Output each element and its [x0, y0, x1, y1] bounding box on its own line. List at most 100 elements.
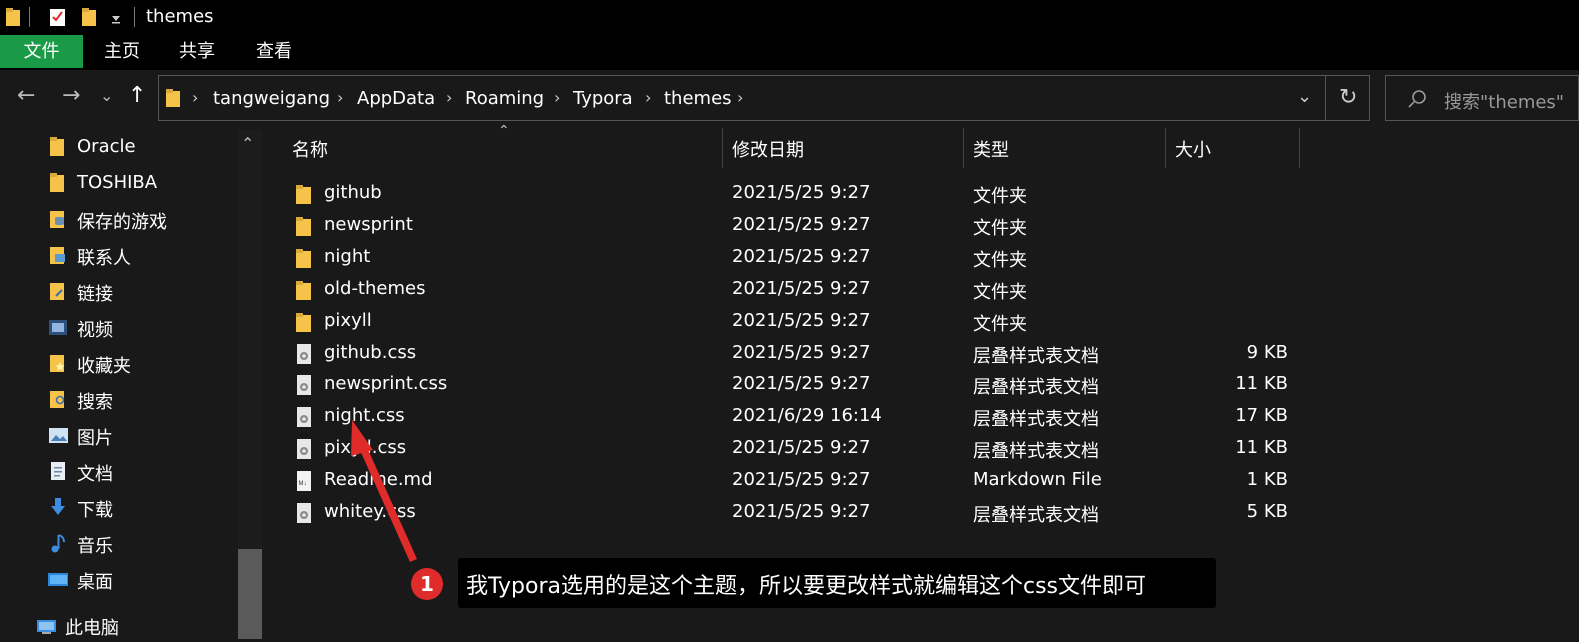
file-name: night [324, 245, 371, 267]
file-name: pixyll [324, 309, 372, 331]
breadcrumb-tangweigang[interactable]: tangweigang [213, 88, 330, 109]
sort-ascending-icon: ⌃ [498, 123, 510, 139]
folder-icon [296, 216, 311, 236]
sidebar-item-label: 联系人 [77, 248, 131, 269]
search-placeholder: 搜索"themes" [1444, 92, 1565, 113]
annotation-callout: 我Typora选用的是这个主题，所以要更改样式就编辑这个css文件即可 [458, 558, 1216, 608]
recent-locations-button[interactable]: ⌄ [100, 86, 113, 105]
file-row[interactable]: pixyll 2021/5/25 9:27 文件夹 [290, 306, 1300, 338]
file-row[interactable]: newsprint.css 2021/5/25 9:27 层叠样式表文档 11 KB [290, 369, 1300, 401]
favorites-icon [50, 355, 65, 372]
breadcrumb-roaming[interactable]: Roaming [465, 88, 544, 109]
sidebar-item-label: 音乐 [77, 536, 113, 557]
sidebar-item-label: 收藏夹 [77, 356, 131, 377]
folder-icon [6, 8, 20, 26]
documents-icon [51, 462, 65, 480]
column-divider[interactable] [1165, 128, 1166, 168]
column-divider[interactable] [1299, 128, 1300, 168]
file-type: 文件夹 [973, 313, 1027, 335]
column-header-type[interactable]: 类型 [973, 136, 1009, 162]
file-row[interactable]: github 2021/5/25 9:27 文件夹 [290, 178, 1300, 210]
nav-scrollbar-thumb[interactable] [238, 549, 262, 639]
css-file-icon [297, 503, 311, 523]
file-type: 层叠样式表文档 [973, 409, 1099, 431]
file-type: 层叠样式表文档 [973, 441, 1099, 463]
new-folder-icon[interactable] [80, 6, 98, 28]
file-date: 2021/5/25 9:27 [732, 469, 871, 491]
sidebar-item-label: 桌面 [77, 572, 113, 593]
file-row[interactable]: night.css 2021/6/29 16:14 层叠样式表文档 17 KB [290, 401, 1300, 433]
chevron-right-icon[interactable]: › [554, 88, 560, 107]
folder-icon [296, 248, 311, 268]
search-input[interactable]: 搜索"themes" [1385, 75, 1579, 121]
saved-games-icon [50, 211, 64, 228]
file-name: old-themes [324, 277, 426, 299]
chevron-right-icon[interactable]: › [337, 88, 343, 107]
column-header-name[interactable]: 名称 [292, 136, 328, 162]
file-row[interactable]: whitey.css 2021/5/25 9:27 层叠样式表文档 5 KB [290, 497, 1300, 529]
address-dropdown-icon[interactable]: ⌄ [1297, 86, 1312, 107]
sidebar-item-label: 此电脑 [65, 618, 119, 639]
chevron-right-icon[interactable]: › [446, 88, 452, 107]
file-size: 1 KB [1246, 469, 1288, 491]
file-name: github [324, 182, 382, 203]
links-icon [50, 283, 64, 300]
sidebar-item-label: Oracle [77, 136, 136, 157]
file-row[interactable]: old-themes 2021/5/25 9:27 文件夹 [290, 274, 1300, 306]
tab-view[interactable]: 查看 [244, 35, 304, 68]
file-name: newsprint [324, 213, 413, 235]
tab-share[interactable]: 共享 [167, 35, 227, 68]
column-header-date[interactable]: 修改日期 [732, 136, 804, 162]
sidebar-item-label: TOSHIBA [77, 172, 158, 193]
music-icon [51, 534, 65, 553]
css-file-icon [297, 439, 311, 460]
breadcrumb-themes[interactable]: themes [664, 88, 732, 109]
downloads-icon [51, 498, 65, 515]
pictures-icon [49, 428, 68, 443]
column-header-size[interactable]: 大小 [1175, 136, 1211, 162]
chevron-right-icon[interactable]: › [192, 88, 198, 107]
column-divider[interactable] [722, 128, 723, 168]
up-button[interactable]: ↑ [128, 83, 146, 108]
file-row[interactable]: newsprint 2021/5/25 9:27 文件夹 [290, 210, 1300, 242]
tab-file[interactable]: 文件 [0, 35, 83, 68]
address-bar[interactable]: › tangweigang › AppData › Roaming › Typo… [158, 75, 1370, 121]
column-divider[interactable] [963, 128, 964, 168]
refresh-icon[interactable]: ↻ [1339, 85, 1357, 110]
file-date: 2021/5/25 9:27 [732, 277, 871, 299]
file-type: Markdown File [973, 469, 1102, 491]
file-date: 2021/5/25 9:27 [732, 501, 871, 522]
annotation-badge: 1 [411, 568, 443, 600]
file-row[interactable]: night 2021/5/25 9:27 文件夹 [290, 242, 1300, 274]
breadcrumb-appdata[interactable]: AppData [357, 88, 435, 109]
file-name: github.css [324, 341, 417, 363]
file-type: 层叠样式表文档 [973, 505, 1099, 526]
sidebar-item-label: 搜索 [77, 392, 113, 413]
file-row[interactable]: github.css 2021/5/25 9:27 层叠样式表文档 9 KB [290, 338, 1300, 370]
file-date: 2021/5/25 9:27 [732, 437, 871, 459]
file-date: 2021/5/25 9:27 [732, 182, 871, 203]
scroll-up-icon[interactable]: ⌃ [241, 134, 254, 153]
properties-icon[interactable] [48, 6, 68, 28]
chevron-right-icon[interactable]: › [645, 88, 651, 107]
desktop-icon [48, 573, 68, 586]
file-row[interactable]: M↓Readme.md2021/5/25 9:27Markdown File1 … [290, 465, 1300, 497]
file-row[interactable]: pixyll.css2021/5/25 9:27层叠样式表文档11 KB [290, 433, 1300, 465]
file-type: 文件夹 [973, 186, 1027, 207]
back-button[interactable]: ← [17, 83, 35, 108]
sidebar-item-label: 视频 [77, 320, 113, 341]
toolbar-separator [134, 7, 135, 27]
file-date: 2021/5/25 9:27 [732, 341, 871, 363]
navigation-pane [0, 130, 262, 639]
forward-button[interactable]: → [62, 83, 80, 108]
folder-icon [296, 312, 311, 332]
customize-quick-access-icon[interactable] [110, 12, 122, 24]
tab-home[interactable]: 主页 [92, 35, 152, 68]
folder-icon [296, 185, 311, 204]
file-type: 文件夹 [973, 281, 1027, 303]
videos-icon [49, 320, 67, 335]
file-size: 9 KB [1246, 341, 1288, 363]
breadcrumb-typora[interactable]: Typora [573, 88, 633, 109]
chevron-right-icon[interactable]: › [737, 88, 743, 107]
this-pc-icon [37, 620, 56, 634]
